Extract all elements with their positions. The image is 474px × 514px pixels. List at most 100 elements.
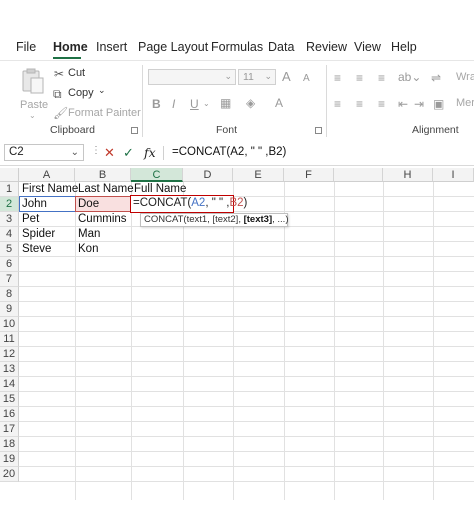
formula-input[interactable]: =CONCAT(A2, " " ,B2) (172, 144, 286, 161)
gridline (19, 436, 474, 437)
chevron-down-icon[interactable]: ⌄ (71, 145, 79, 160)
column-header-i[interactable]: I (433, 168, 474, 182)
tooltip-rest: , ...) (272, 214, 289, 225)
row-header-7[interactable]: 7 (0, 272, 19, 287)
row-header-19[interactable]: 19 (0, 452, 19, 467)
underline-button[interactable]: U (190, 97, 199, 111)
cell-b3[interactable]: Cummins (75, 212, 131, 227)
cell-a5[interactable]: Steve (19, 242, 75, 257)
column-header-g[interactable] (334, 168, 383, 182)
underline-dropdown-icon[interactable]: ⌄ (203, 97, 210, 111)
clipboard-launcher-icon[interactable] (131, 127, 138, 134)
decrease-indent-icon[interactable]: ⇤ (398, 97, 408, 111)
bold-button[interactable]: B (152, 97, 161, 111)
tab-home[interactable]: Home (53, 40, 88, 54)
font-size-combo[interactable]: 11 ⌄ (238, 69, 276, 85)
cell-a3[interactable]: Pet (19, 212, 75, 227)
row-header-9[interactable]: 9 (0, 302, 19, 317)
cell-b2[interactable]: Doe (75, 197, 131, 212)
align-top-icon[interactable]: ≡ (334, 71, 341, 85)
font-group-label: Font (216, 124, 238, 136)
fill-color-icon[interactable]: ◈ (246, 96, 255, 110)
row-header-8[interactable]: 8 (0, 287, 19, 302)
tab-view[interactable]: View (354, 40, 381, 54)
row-header-14[interactable]: 14 (0, 377, 19, 392)
row-header-2[interactable]: 2 (0, 197, 19, 212)
row-header-1[interactable]: 1 (0, 182, 19, 197)
tab-insert[interactable]: Insert (96, 40, 127, 54)
paste-icon (22, 68, 44, 94)
formula-bar: C2 ⌄ ⋮ ✕ ✓ fx =CONCAT(A2, " " ,B2) (0, 141, 474, 166)
merge-center-button[interactable]: Mer (456, 97, 474, 109)
enter-icon[interactable]: ✓ (123, 144, 134, 161)
menu-bar: File Home Insert Page Layout Formulas Da… (0, 36, 474, 60)
cell-b5[interactable]: Kon (75, 242, 131, 257)
gridline (19, 376, 474, 377)
row-header-16[interactable]: 16 (0, 407, 19, 422)
italic-button[interactable]: I (172, 97, 175, 111)
font-launcher-icon[interactable] (315, 127, 322, 134)
cell-b4[interactable]: Man (75, 227, 131, 242)
active-cell-editor[interactable]: =CONCAT(A2, " " ,B2) (130, 195, 247, 213)
insert-function-button[interactable]: fx (144, 144, 156, 161)
align-center-icon[interactable]: ≡ (356, 97, 363, 111)
select-all-corner[interactable] (0, 168, 19, 182)
more-options-icon[interactable]: ⋮ (91, 145, 101, 156)
increase-indent-icon[interactable]: ⇥ (414, 97, 424, 111)
align-right-icon[interactable]: ≡ (378, 97, 385, 111)
row-header-11[interactable]: 11 (0, 332, 19, 347)
tab-file[interactable]: File (16, 40, 36, 54)
format-painter-button[interactable]: Format Painter (68, 107, 141, 119)
column-header-a[interactable]: A (19, 168, 75, 182)
cell-a2[interactable]: John (19, 197, 75, 212)
tab-help[interactable]: Help (391, 40, 417, 54)
copy-dropdown-icon[interactable]: ⌄ (98, 85, 106, 96)
paste-dropdown-icon[interactable]: ⌄ (29, 111, 36, 120)
cell-b1[interactable]: Last Name (75, 182, 134, 197)
row-header-4[interactable]: 4 (0, 227, 19, 242)
row-header-17[interactable]: 17 (0, 422, 19, 437)
row-header-12[interactable]: 12 (0, 347, 19, 362)
orientation-icon[interactable]: ab⌄ (398, 70, 421, 84)
wrap-text-button[interactable]: Wra (456, 71, 474, 83)
tooltip-current-arg[interactable]: [text3] (244, 214, 273, 225)
row-header-10[interactable]: 10 (0, 317, 19, 332)
align-middle-icon[interactable]: ≡ (356, 71, 363, 85)
shrink-font-button[interactable]: A (303, 72, 310, 86)
tab-page-layout[interactable]: Page Layout (138, 40, 208, 54)
row-header-20[interactable]: 20 (0, 467, 19, 482)
column-header-h[interactable]: H (383, 168, 433, 182)
gridline (19, 331, 474, 332)
column-header-c[interactable]: C (131, 168, 183, 182)
cancel-icon[interactable]: ✕ (104, 144, 115, 161)
tab-data[interactable]: Data (268, 40, 294, 54)
row-header-3[interactable]: 3 (0, 212, 19, 227)
row-header-18[interactable]: 18 (0, 437, 19, 452)
name-box[interactable]: C2 ⌄ (4, 144, 84, 161)
column-header-d[interactable]: D (183, 168, 233, 182)
tab-formulas[interactable]: Formulas (211, 40, 263, 54)
cell-a4[interactable]: Spider (19, 227, 75, 242)
cell-a1[interactable]: First Name (19, 182, 78, 197)
row-header-6[interactable]: 6 (0, 257, 19, 272)
tooltip-signature[interactable]: CONCAT(text1, [text2], (144, 214, 244, 225)
grow-font-button[interactable]: A (282, 70, 291, 84)
column-header-b[interactable]: B (75, 168, 131, 182)
gridline (233, 182, 234, 500)
worksheet-grid[interactable]: A B C D E F H I 1 2 3 4 5 6 7 8 9 10 11 … (0, 168, 474, 514)
row-header-13[interactable]: 13 (0, 362, 19, 377)
cut-button[interactable]: Cut (68, 67, 85, 79)
column-header-e[interactable]: E (233, 168, 284, 182)
row-header-5[interactable]: 5 (0, 242, 19, 257)
font-color-icon[interactable]: A (275, 96, 283, 110)
align-bottom-icon[interactable]: ≡ (378, 71, 385, 85)
copy-button[interactable]: Copy (68, 87, 94, 99)
ribbon: Paste ⌄ ✂ Cut ⧉ Copy ⌄ 🖌 Format Painter … (0, 60, 474, 142)
column-header-f[interactable]: F (284, 168, 334, 182)
font-name-combo[interactable]: ⌄ (148, 69, 236, 85)
align-left-icon[interactable]: ≡ (334, 97, 341, 111)
paste-button[interactable]: Paste ⌄ (18, 67, 48, 120)
tab-review[interactable]: Review (306, 40, 347, 54)
borders-icon[interactable]: ▦ (220, 96, 231, 110)
row-header-15[interactable]: 15 (0, 392, 19, 407)
